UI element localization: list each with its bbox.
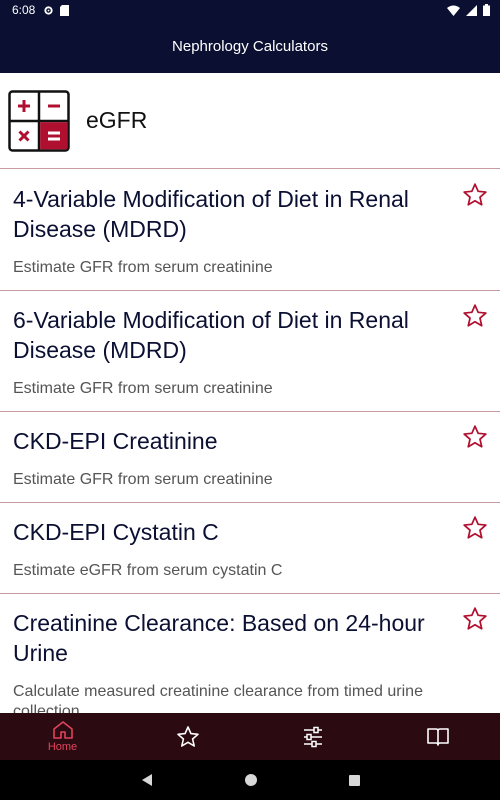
item-title: 4-Variable Modification of Diet in Renal… xyxy=(13,186,409,242)
settings-status-icon xyxy=(44,5,53,15)
item-subtitle: Estimate GFR from serum creatinine xyxy=(13,471,273,488)
nav-favorites[interactable] xyxy=(125,713,250,760)
list-item[interactable]: CKD-EPI Creatinine Estimate GFR from ser… xyxy=(0,412,500,503)
favorite-star-icon[interactable] xyxy=(462,606,488,632)
system-navigation-bar xyxy=(0,760,500,800)
status-time: 6:08 xyxy=(12,3,36,17)
home-button-icon[interactable] xyxy=(244,773,258,787)
nav-references[interactable] xyxy=(375,713,500,760)
wifi-icon xyxy=(447,5,460,16)
app-bar: Nephrology Calculators xyxy=(0,20,500,73)
nav-settings[interactable] xyxy=(250,713,375,760)
item-title: Creatinine Clearance: Based on 24-hour U… xyxy=(13,610,425,666)
item-subtitle: Estimate GFR from serum creatinine xyxy=(13,259,273,276)
recents-icon[interactable] xyxy=(348,774,361,787)
favorite-star-icon[interactable] xyxy=(462,182,488,208)
home-icon xyxy=(52,721,73,739)
back-icon[interactable] xyxy=(140,773,154,787)
section-header: eGFR xyxy=(0,73,500,169)
item-title: CKD-EPI Creatinine xyxy=(13,428,218,454)
list-item[interactable]: Creatinine Clearance: Based on 24-hour U… xyxy=(0,594,500,713)
item-title: CKD-EPI Cystatin C xyxy=(13,519,219,545)
star-icon xyxy=(176,725,199,747)
book-icon xyxy=(426,727,449,746)
bottom-navigation: Home xyxy=(0,713,500,760)
app-title: Nephrology Calculators xyxy=(172,38,328,55)
item-subtitle: Estimate GFR from serum creatinine xyxy=(13,380,273,397)
list-item[interactable]: 4-Variable Modification of Diet in Renal… xyxy=(0,170,500,291)
nav-home[interactable]: Home xyxy=(0,713,125,760)
nav-home-label: Home xyxy=(47,741,78,753)
sd-card-icon xyxy=(60,4,70,16)
section-title: eGFR xyxy=(86,107,148,133)
calculator-icon xyxy=(8,89,70,152)
favorite-star-icon[interactable] xyxy=(462,424,488,450)
signal-icon xyxy=(466,4,477,16)
calculator-list: 4-Variable Modification of Diet in Renal… xyxy=(0,170,500,713)
favorite-star-icon[interactable] xyxy=(462,303,488,329)
item-subtitle: Estimate eGFR from serum cystatin C xyxy=(13,562,283,579)
battery-icon xyxy=(483,4,490,16)
list-item[interactable]: 6-Variable Modification of Diet in Renal… xyxy=(0,291,500,412)
favorite-star-icon[interactable] xyxy=(462,515,488,541)
item-subtitle: Calculate measured creatinine clearance … xyxy=(13,683,423,713)
list-item[interactable]: CKD-EPI Cystatin C Estimate eGFR from se… xyxy=(0,503,500,594)
status-bar: 6:08 xyxy=(0,0,500,20)
item-title: 6-Variable Modification of Diet in Renal… xyxy=(13,307,409,363)
sliders-icon xyxy=(303,726,322,747)
